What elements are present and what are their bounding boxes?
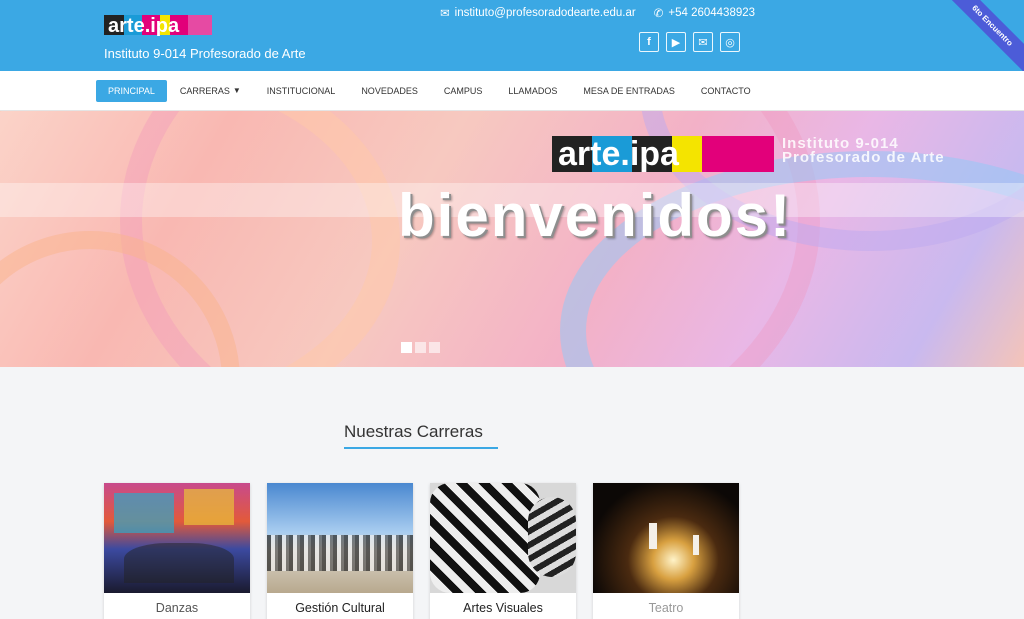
nav-label: PRINCIPAL — [108, 86, 155, 96]
chevron-down-icon: ▼ — [232, 86, 241, 95]
phone-link[interactable]: +54 2604438923 — [668, 7, 755, 19]
hero-subtitle: Instituto 9-014 Profesorado de Arte — [782, 136, 945, 166]
contact-info: ✉ instituto@profesoradodearte.edu.ar ✆ +… — [440, 6, 755, 20]
email-link[interactable]: instituto@profesoradodearte.edu.ar — [455, 7, 636, 19]
nav-label: CONTACTO — [700, 86, 751, 96]
hero-title: bienvenidos! — [398, 182, 793, 249]
corner-ribbon[interactable]: 6to Encuentro — [935, 0, 1024, 71]
career-card-gestion-cultural[interactable]: Gestión Cultural — [267, 483, 413, 619]
nav-label: MESA DE ENTRADAS — [583, 86, 675, 96]
nav-label: NOVEDADES — [361, 86, 418, 96]
site-logo[interactable]: arte.ipa — [104, 11, 212, 39]
career-image — [593, 483, 739, 593]
email-icon[interactable]: ✉ — [693, 32, 713, 52]
career-image — [430, 483, 576, 593]
hero-subtitle-line: Profesorado de Arte — [782, 149, 945, 166]
social-links: f ▶ ✉ ◎ — [639, 32, 740, 52]
slider-dot[interactable] — [415, 342, 426, 353]
career-image — [104, 483, 250, 593]
slider-dot[interactable] — [429, 342, 440, 353]
facebook-icon[interactable]: f — [639, 32, 659, 52]
slider-dots — [401, 342, 440, 353]
hero-logo: arte.ipa — [552, 136, 774, 172]
nav-item-principal[interactable]: PRINCIPAL — [96, 80, 167, 102]
career-card-teatro[interactable]: Teatro — [593, 483, 739, 619]
career-image — [267, 483, 413, 593]
career-title: Artes Visuales — [463, 601, 543, 615]
top-header: arte.ipa Instituto 9-014 Profesorado de … — [0, 0, 1024, 71]
nav-item-carreras[interactable]: CARRERAS ▼ — [167, 80, 254, 102]
career-title: Danzas — [155, 601, 199, 615]
career-title: Teatro — [648, 601, 684, 615]
nav-item-campus[interactable]: CAMPUS — [431, 80, 496, 102]
nav-menu: PRINCIPAL CARRERAS ▼ INSTITUCIONAL NOVEDA… — [96, 80, 764, 102]
nav-item-contacto[interactable]: CONTACTO — [688, 80, 764, 102]
phone-icon: ✆ — [653, 8, 664, 20]
instagram-icon[interactable]: ◎ — [720, 32, 740, 52]
nav-label: LLAMADOS — [508, 86, 558, 96]
career-card-artes-visuales[interactable]: Artes Visuales — [430, 483, 576, 619]
nav-item-novedades[interactable]: NOVEDADES — [348, 80, 431, 102]
section-title: Nuestras Carreras — [344, 422, 483, 441]
nav-item-llamados[interactable]: LLAMADOS — [495, 80, 570, 102]
main-navbar: PRINCIPAL CARRERAS ▼ INSTITUCIONAL NOVEDA… — [0, 71, 1024, 111]
nav-label: CAMPUS — [443, 86, 483, 96]
nav-item-institucional[interactable]: INSTITUCIONAL — [254, 80, 349, 102]
logo-text: arte.ipa — [108, 15, 180, 37]
hero-slider[interactable]: arte.ipa Instituto 9-014 Profesorado de … — [0, 111, 1024, 367]
careers-grid: Danzas Gestión Cultural Artes Visuales T… — [104, 483, 739, 619]
nav-label: CARRERAS — [179, 86, 230, 96]
title-underline — [344, 447, 498, 449]
hero-logo-text: arte.ipa — [558, 136, 680, 172]
nav-item-mesa-de-entradas[interactable]: MESA DE ENTRADAS — [570, 80, 688, 102]
youtube-icon[interactable]: ▶ — [666, 32, 686, 52]
site-name: Instituto 9-014 Profesorado de Arte — [104, 46, 306, 61]
career-card-danzas[interactable]: Danzas — [104, 483, 250, 619]
envelope-icon: ✉ — [440, 8, 450, 20]
slider-dot[interactable] — [401, 342, 412, 353]
career-title: Gestión Cultural — [295, 601, 385, 615]
nav-label: INSTITUCIONAL — [266, 86, 336, 96]
